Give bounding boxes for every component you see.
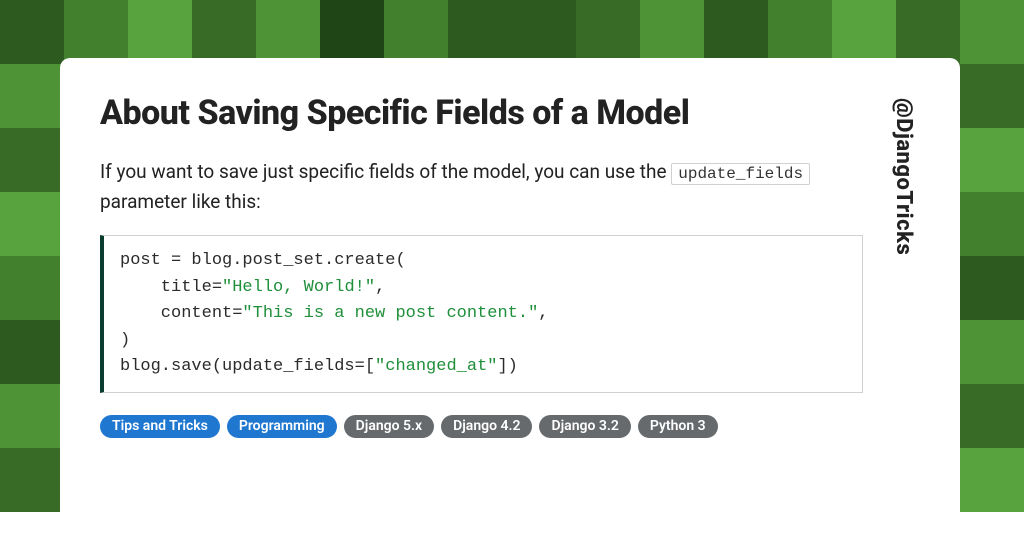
- tag-django-5x[interactable]: Django 5.x: [344, 415, 434, 438]
- article-main: About Saving Specific Fields of a Model …: [100, 92, 863, 534]
- code-line: post = blog.post_set.create(: [120, 251, 406, 270]
- intro-text-before: If you want to save just specific fields…: [100, 160, 671, 183]
- code-line: title=: [120, 278, 222, 297]
- tag-python-3[interactable]: Python 3: [638, 415, 718, 438]
- code-line: ,: [538, 304, 548, 323]
- intro-text-after: parameter like this:: [100, 190, 261, 213]
- code-string: "changed_at": [375, 357, 497, 376]
- code-line: blog.save(update_fields=[: [120, 357, 375, 376]
- tag-django-32[interactable]: Django 3.2: [539, 415, 630, 438]
- tag-tips-and-tricks[interactable]: Tips and Tricks: [100, 415, 220, 438]
- code-line: ,: [375, 278, 385, 297]
- inline-code-update-fields: update_fields: [671, 163, 810, 185]
- code-line: content=: [120, 304, 242, 323]
- code-line: ]): [497, 357, 517, 376]
- tag-django-42[interactable]: Django 4.2: [441, 415, 532, 438]
- code-string: "This is a new post content.": [242, 304, 538, 323]
- article-card: About Saving Specific Fields of a Model …: [60, 58, 960, 558]
- code-block: post = blog.post_set.create( title="Hell…: [100, 235, 863, 393]
- author-handle[interactable]: @DjangoTricks: [891, 92, 916, 534]
- code-line: ): [120, 331, 130, 350]
- code-string: "Hello, World!": [222, 278, 375, 297]
- article-title: About Saving Specific Fields of a Model: [100, 92, 863, 135]
- article-intro: If you want to save just specific fields…: [100, 157, 863, 218]
- tag-row: Tips and Tricks Programming Django 5.x D…: [100, 415, 863, 438]
- tag-programming[interactable]: Programming: [227, 415, 337, 438]
